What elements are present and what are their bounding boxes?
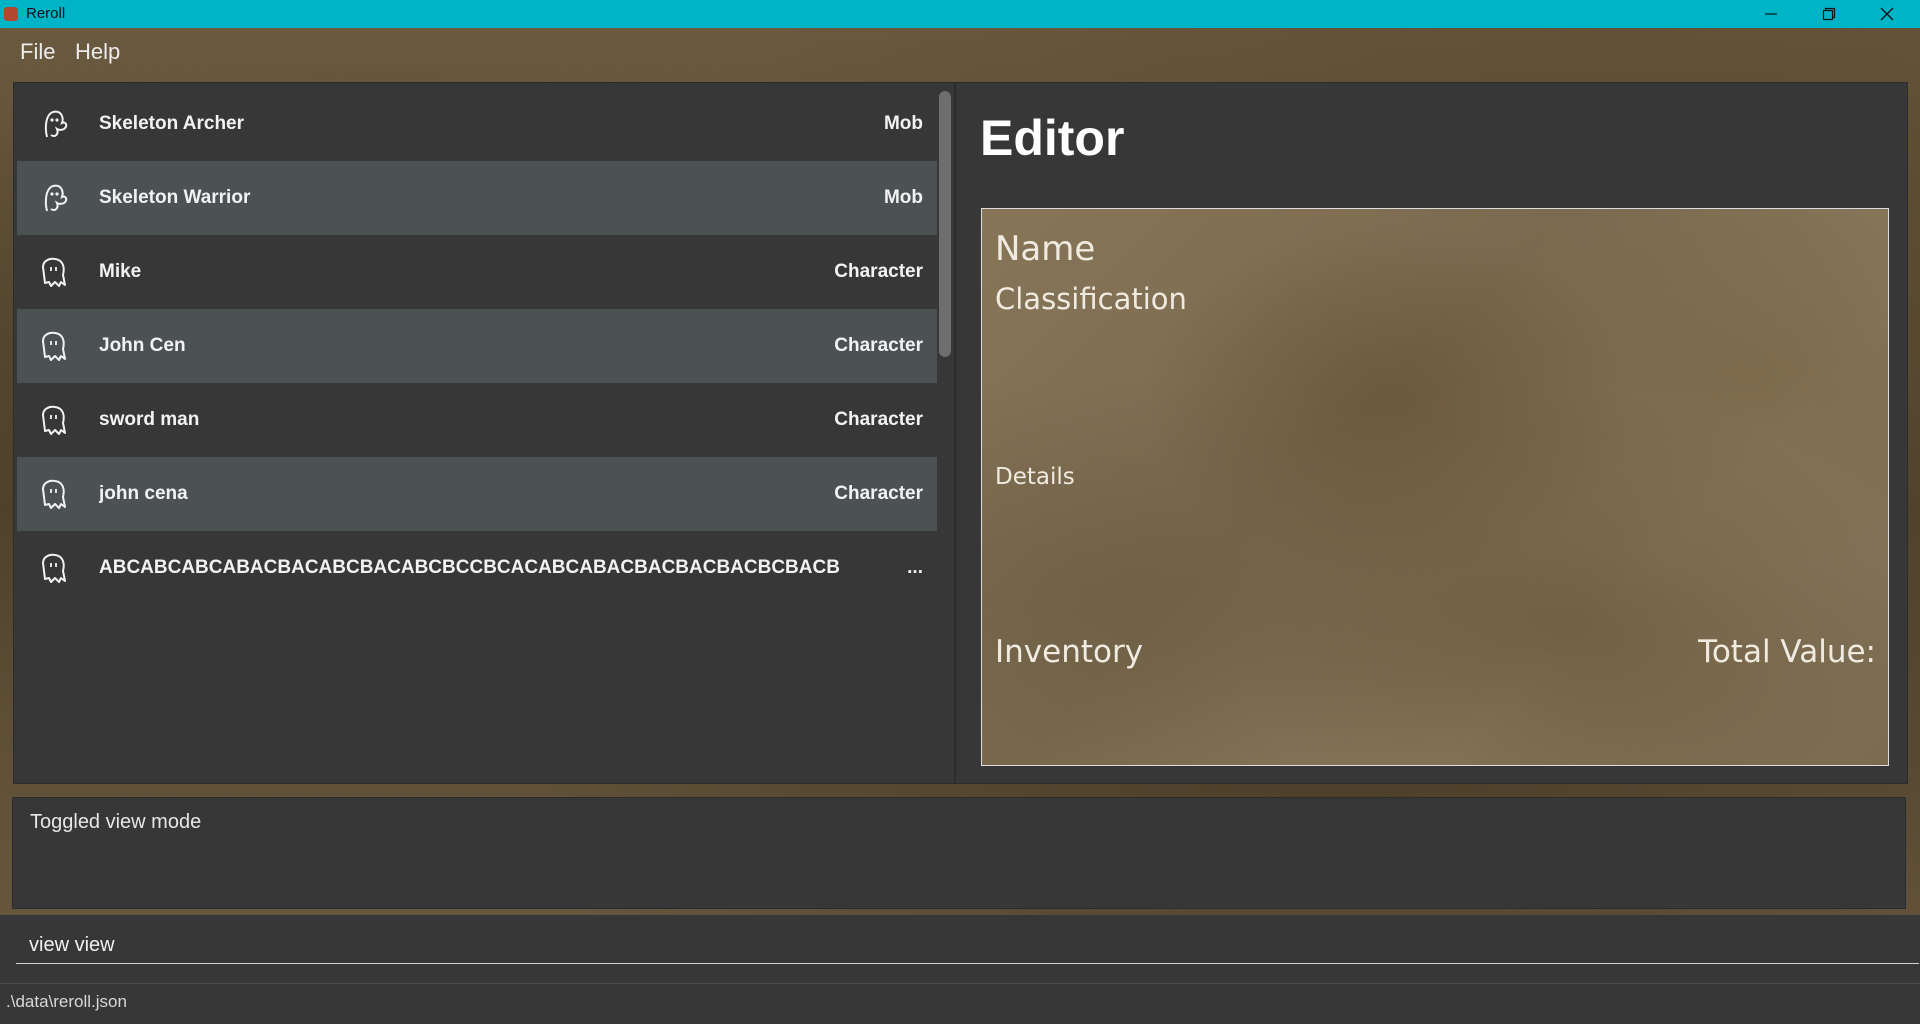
close-icon[interactable] [1858, 0, 1916, 28]
card-total-value-label: Total Value: [1698, 634, 1876, 670]
character-ghost-icon [42, 553, 66, 583]
editor-title: Editor [980, 110, 1125, 166]
list-item[interactable]: Skeleton Archer Mob [17, 87, 937, 161]
list-item-type: Character [834, 335, 923, 356]
card-details-label: Details [995, 464, 1075, 490]
card-name-label: Name [995, 229, 1096, 269]
list-item-name: ABCABCABCABACBACABCBACABCBCCBCACABCABACB… [99, 557, 839, 578]
character-ghost-icon [42, 257, 66, 287]
list-item[interactable]: Skeleton Warrior Mob [17, 161, 937, 235]
list-scrollbar-thumb[interactable] [939, 91, 951, 357]
restore-icon[interactable] [1800, 0, 1858, 28]
list-item-name: John Cen [99, 335, 186, 356]
list-item-name: Skeleton Warrior [99, 187, 251, 208]
menu-file[interactable]: File [20, 39, 55, 65]
card-inventory-label: Inventory [995, 634, 1144, 670]
character-ghost-icon [42, 331, 66, 361]
menu-help[interactable]: Help [75, 39, 120, 65]
window-titlebar: Reroll [0, 0, 1920, 28]
command-box [0, 915, 1920, 983]
list-item-name: john cena [99, 483, 188, 504]
list-item-type: ... [907, 557, 923, 578]
list-item-type: Character [834, 483, 923, 504]
list-item-name: Skeleton Archer [99, 113, 245, 134]
entity-card: Name Classification Details Inventory To… [981, 208, 1889, 766]
card-classification-label: Classification [995, 282, 1187, 316]
list-item[interactable]: john cena Character [17, 457, 937, 531]
list-item[interactable]: Mike Character [17, 235, 937, 309]
list-item-type: Character [834, 409, 923, 430]
list-item[interactable]: ABCABCABCABACBACABCBACABCBCCBCACABCABACB… [17, 531, 937, 583]
list-item-type: Mob [883, 187, 923, 208]
mob-ghost-icon [44, 110, 68, 138]
save-location-path: .\data\reroll.json [6, 992, 127, 1011]
list-item-name: Mike [99, 261, 142, 282]
editor-panel: Editor Name Classification Details Inven… [955, 82, 1908, 784]
window-title: Reroll [26, 5, 66, 22]
list-item-type: Mob [883, 113, 923, 134]
list-item-type: Character [834, 261, 923, 282]
app-logo-icon [4, 7, 18, 21]
entity-list: Skeleton Archer Mob Skeleton Warrior Mob… [17, 87, 937, 583]
list-item[interactable]: John Cen Character [17, 309, 937, 383]
character-ghost-icon [42, 405, 66, 435]
entity-list-panel: Skeleton Archer Mob Skeleton Warrior Mob… [13, 82, 955, 784]
minimize-icon[interactable] [1742, 0, 1800, 28]
result-display: Toggled view mode [12, 797, 1906, 909]
status-bar: .\data\reroll.json [0, 983, 1920, 1024]
mob-ghost-icon [44, 184, 68, 212]
list-item-name: sword man [99, 409, 200, 430]
list-item[interactable]: sword man Character [17, 383, 937, 457]
menu-bar: File Help [0, 28, 1920, 74]
result-text: Toggled view mode [30, 811, 202, 833]
character-ghost-icon [42, 479, 66, 509]
command-input[interactable] [16, 927, 1919, 964]
